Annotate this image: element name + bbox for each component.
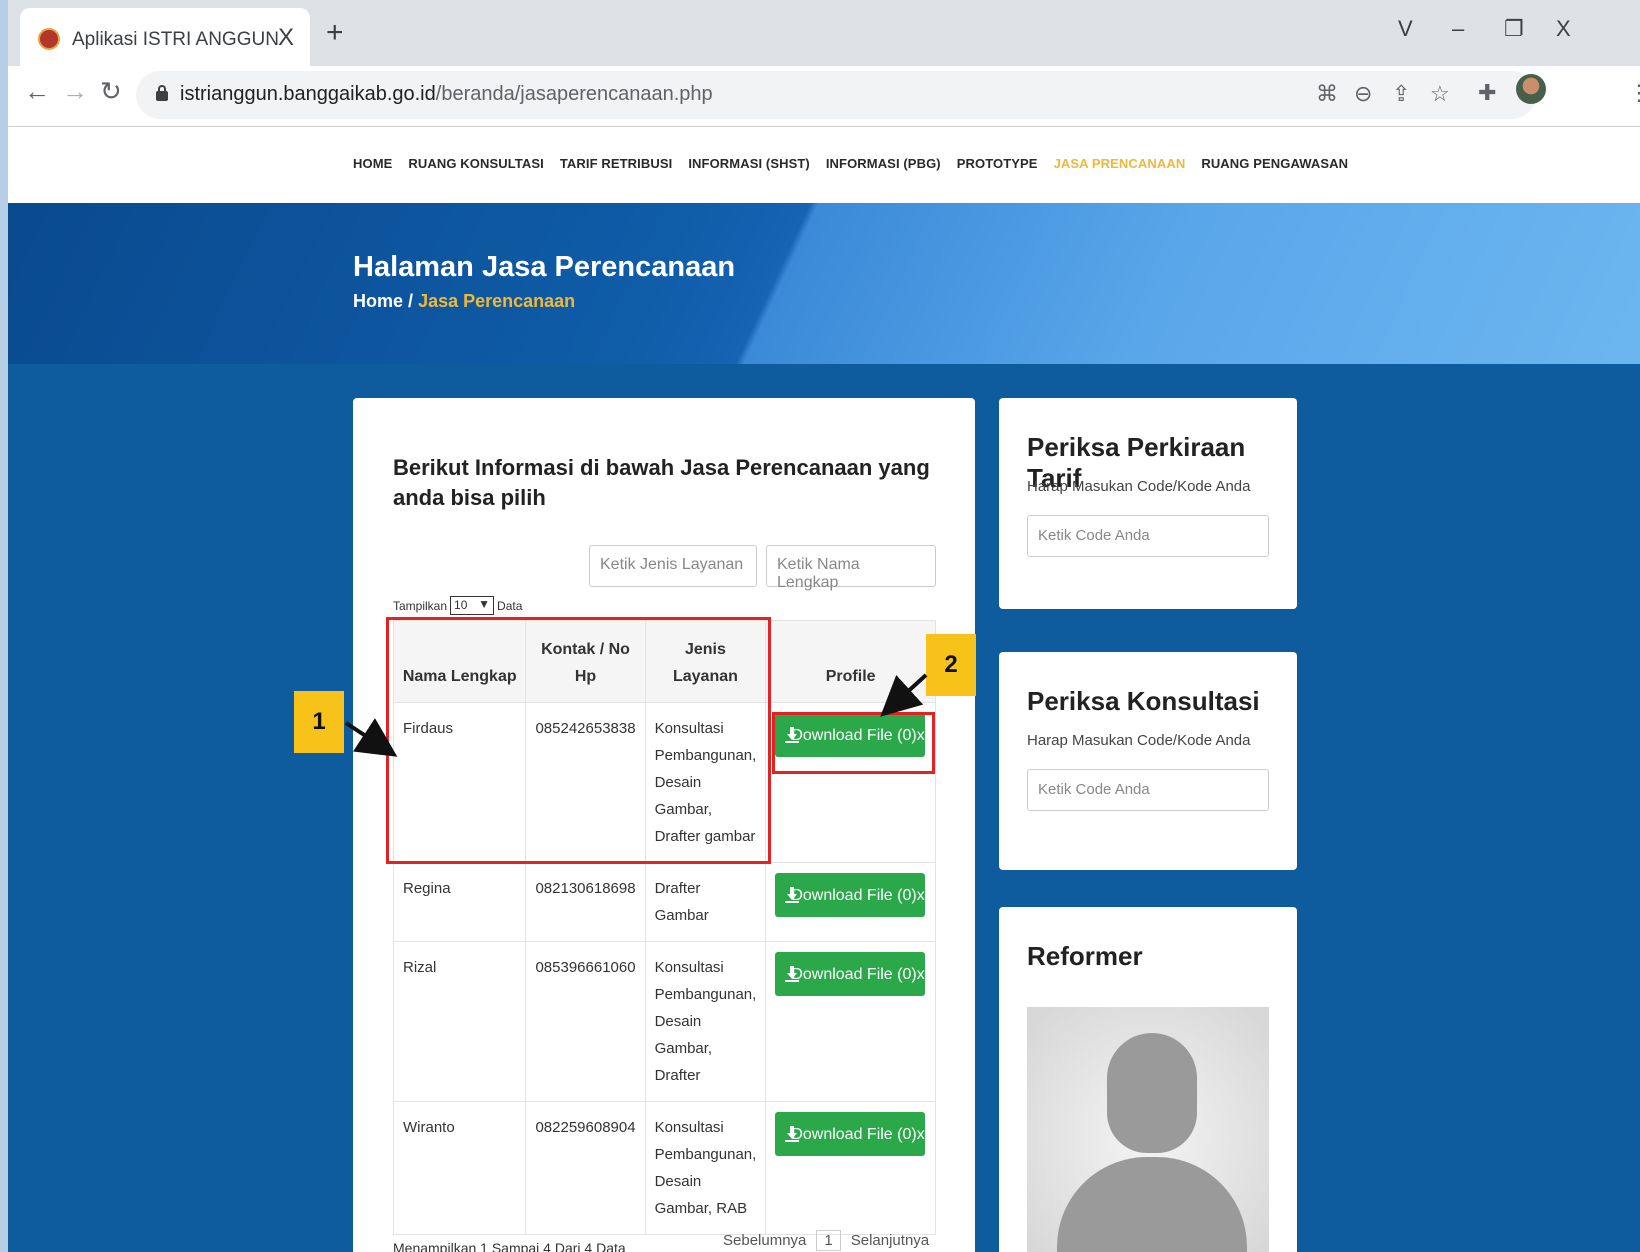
- annotation-arrows: [344, 673, 928, 757]
- annotation-arrow-2: [880, 673, 928, 717]
- annotation-arrow-1: [344, 718, 398, 757]
